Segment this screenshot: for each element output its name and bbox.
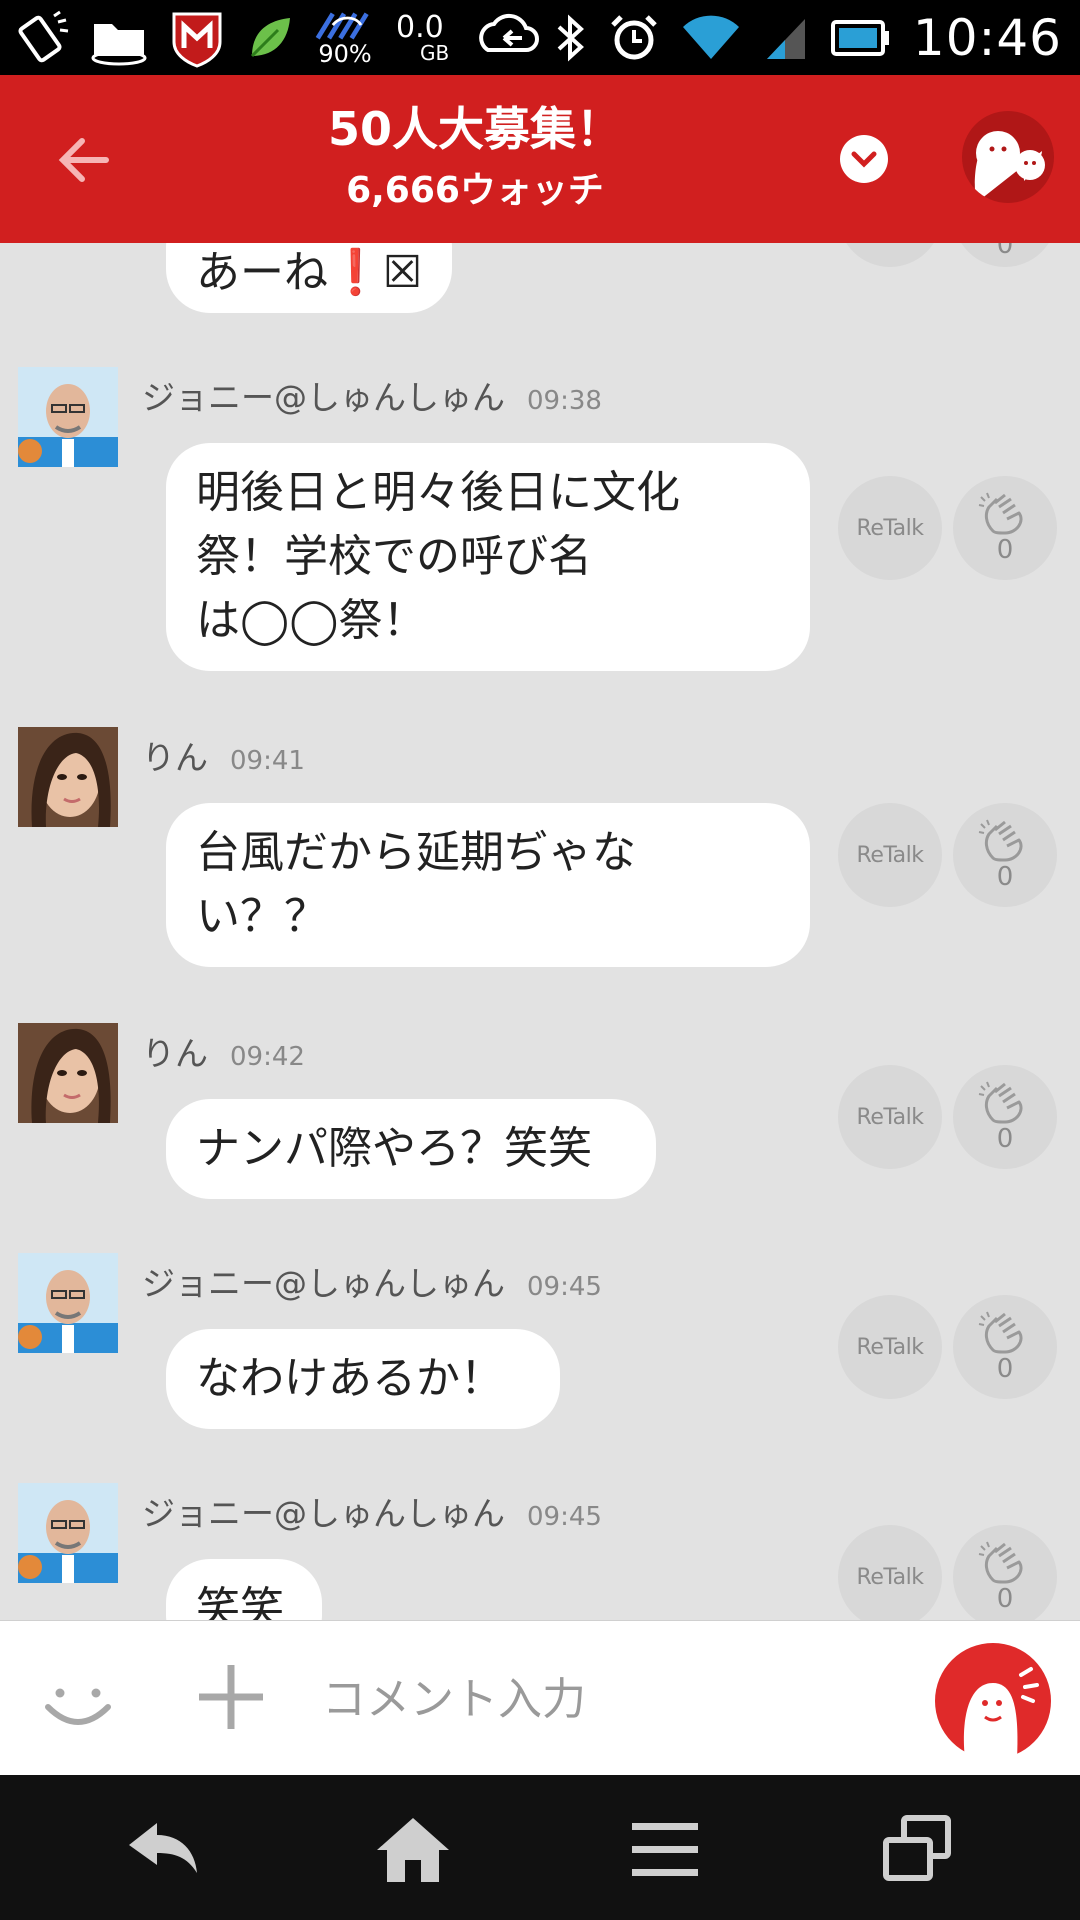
bluetooth-icon (553, 10, 587, 66)
room-icon[interactable] (962, 111, 1054, 203)
retalk-button[interactable] (838, 243, 942, 267)
battery-saver-indicator: 90% (312, 10, 378, 66)
message-time: 09:38 (527, 386, 602, 416)
smile-icon (45, 1688, 111, 1725)
add-attachment-button[interactable] (193, 1659, 269, 1735)
avatar[interactable] (18, 1483, 118, 1583)
clap-count: 0 (996, 1124, 1014, 1154)
sender-name-text: りん (142, 1034, 208, 1073)
retalk-button[interactable]: ReTalk (838, 476, 942, 580)
clap-count: 0 (996, 1584, 1014, 1614)
message-time: 09:41 (230, 746, 305, 776)
message-time: 09:45 (527, 1502, 602, 1532)
room-title: 50人大募集！ (327, 102, 622, 156)
clap-button[interactable]: 0 (953, 1295, 1057, 1399)
sender-name[interactable]: ジョニー@しゅんしゅん 09:45 (142, 1487, 602, 1535)
data-usage-indicator: 0.0 GB (396, 10, 456, 66)
message-time: 09:45 (527, 1272, 602, 1302)
avatar[interactable] (18, 727, 118, 827)
retalk-label: ReTalk (856, 1104, 924, 1130)
battery-saver-percent: 90% (318, 39, 372, 68)
back-icon (129, 1823, 197, 1873)
clap-count: 0 (996, 862, 1014, 892)
clap-button[interactable]: 0 (953, 243, 1057, 267)
mcafee-icon (168, 8, 226, 68)
data-usage-value: 0.0 (396, 9, 444, 45)
sender-name-text: ジョニー@しゅんしゅん (142, 1494, 505, 1533)
avatar[interactable] (18, 367, 118, 467)
emoji-button[interactable] (40, 1661, 116, 1737)
message-bubble: あーね❗☒ (166, 243, 453, 313)
message-bubble: 笑笑 (166, 1559, 322, 1620)
retalk-button[interactable]: ReTalk (838, 1525, 942, 1620)
alarm-icon (609, 10, 659, 66)
sync-icon (474, 10, 540, 66)
nav-recents-button[interactable] (872, 1813, 962, 1885)
clap-button[interactable]: 0 (953, 476, 1057, 580)
wifi-icon (681, 10, 741, 66)
clap-button[interactable]: 0 (953, 803, 1057, 907)
send-button[interactable] (935, 1643, 1051, 1759)
comment-input[interactable] (322, 1661, 902, 1737)
plus-icon (199, 1665, 263, 1729)
message-bubble: 台風だから延期ぢゃな い？？ (166, 803, 810, 967)
clap-mascot-icon (963, 1667, 1039, 1759)
avatar[interactable] (18, 1023, 118, 1123)
message-bubble: ナンパ際やろ？笑笑 (166, 1099, 656, 1199)
clap-icon (978, 819, 1023, 862)
dropdown-button[interactable] (840, 135, 888, 183)
sender-name-text: りん (142, 738, 208, 777)
chevron-down-icon (851, 151, 877, 168)
home-icon (377, 1818, 449, 1882)
screen-rotation-icon (14, 10, 70, 66)
clap-icon (978, 1081, 1023, 1124)
comment-bar (0, 1620, 1080, 1775)
data-usage-unit: GB (420, 40, 450, 65)
retalk-label: ReTalk (856, 1564, 924, 1590)
clock: 10:46 (912, 8, 1062, 67)
status-bar: 90% 0.0 GB 10:46 (0, 0, 1080, 75)
sender-name[interactable]: ジョニー@しゅんしゅん 09:45 (142, 1257, 602, 1305)
sender-name-text: ジョニー@しゅんしゅん (142, 378, 505, 417)
battery-icon (830, 10, 891, 66)
clap-button[interactable]: 0 (953, 1525, 1057, 1620)
chat-timeline[interactable]: あーね❗☒ 0 ジョニー@しゅんしゅん 09:38 明後日と明々後日に文化 祭！学… (0, 243, 1080, 1620)
leaf-icon (244, 10, 294, 66)
recent-apps-icon (883, 1815, 951, 1881)
clap-icon (978, 1311, 1023, 1354)
clap-count: 0 (996, 535, 1014, 565)
clap-count: 0 (996, 243, 1014, 260)
avatar[interactable] (18, 1253, 118, 1353)
retalk-button[interactable]: ReTalk (838, 1295, 942, 1399)
nav-back-button[interactable] (118, 1813, 208, 1885)
clap-count: 0 (996, 1354, 1014, 1384)
system-nav-bar (0, 1775, 1080, 1920)
menu-icon (632, 1823, 698, 1876)
sender-name-text: ジョニー@しゅんしゅん (142, 1264, 505, 1303)
clap-button[interactable]: 0 (953, 1065, 1057, 1169)
retalk-label: ReTalk (856, 842, 924, 868)
retalk-button[interactable]: ReTalk (838, 803, 942, 907)
retalk-label: ReTalk (856, 515, 924, 541)
nav-home-button[interactable] (368, 1813, 458, 1885)
watch-count: 6,666ウォッチ (346, 170, 604, 211)
sender-name[interactable]: ジョニー@しゅんしゅん 09:38 (142, 371, 602, 419)
nav-menu-button[interactable] (620, 1813, 710, 1885)
retalk-label: ReTalk (856, 1334, 924, 1360)
retalk-button[interactable]: ReTalk (838, 1065, 942, 1169)
message-bubble: 明後日と明々後日に文化 祭！学校での呼び名 は◯◯祭！ (166, 443, 810, 671)
ghost-mascot-icon (974, 131, 1045, 203)
message-bubble: なわけあるか！ (166, 1329, 560, 1429)
file-manager-icon (88, 10, 150, 66)
signal-icon (763, 10, 809, 66)
sender-name[interactable]: りん 09:42 (142, 1027, 305, 1075)
clap-icon (978, 492, 1023, 535)
sender-name[interactable]: りん 09:41 (142, 731, 305, 779)
message-time: 09:42 (230, 1042, 305, 1072)
clap-icon (978, 1541, 1023, 1584)
chat-header: 50人大募集！ 6,666ウォッチ (0, 75, 1080, 243)
